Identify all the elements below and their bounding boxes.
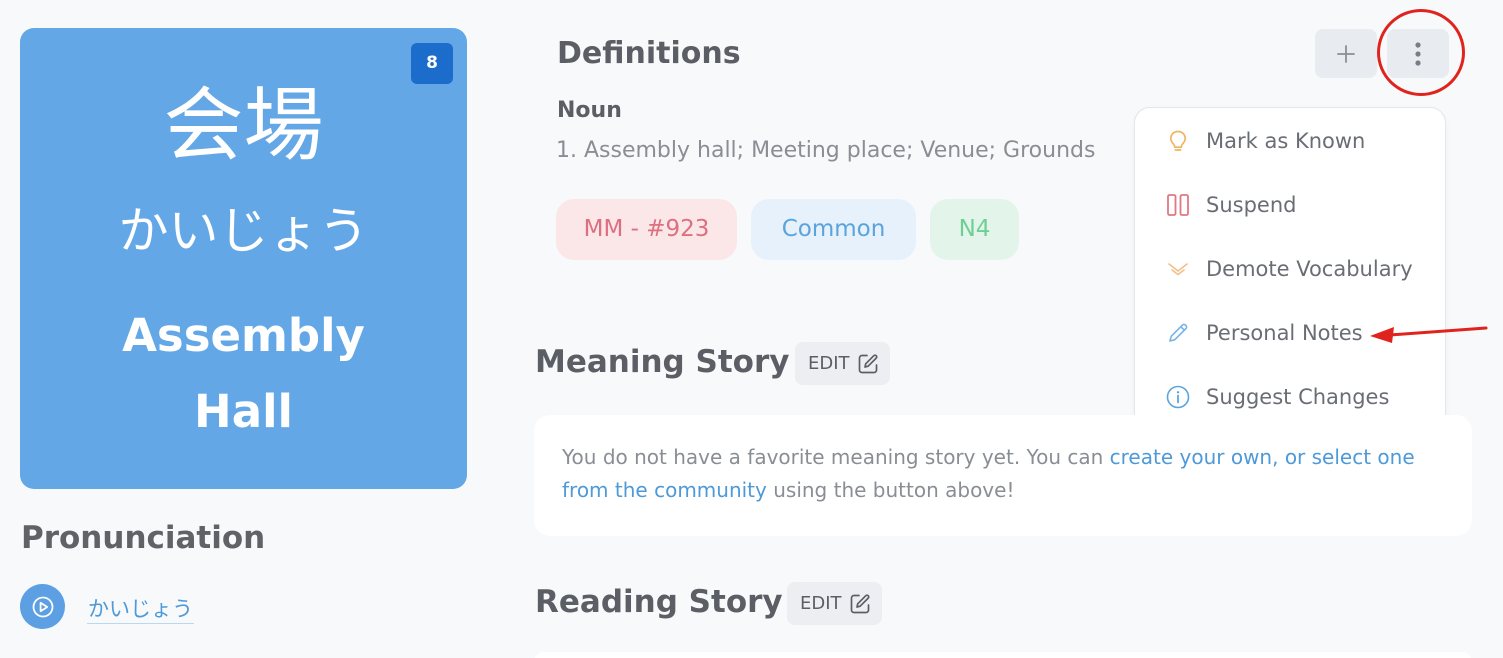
pronunciation-reading-link[interactable]: かいじょう	[87, 593, 194, 624]
reading-story-box	[534, 652, 1472, 658]
more-options-button[interactable]	[1387, 29, 1449, 78]
level-badge: 8	[411, 43, 453, 84]
lightbulb-icon	[1165, 128, 1191, 154]
plus-icon	[1337, 44, 1355, 63]
chevron-down-icon	[1165, 256, 1191, 282]
edit-reading-story-button[interactable]: EDIT	[787, 582, 882, 625]
vocab-kana: かいじょう	[118, 202, 369, 260]
tag-mnemonic[interactable]: MM - #923	[556, 199, 737, 260]
menu-item-suspend[interactable]: Suspend	[1135, 179, 1445, 231]
info-icon	[1165, 384, 1191, 410]
tag-jlpt: N4	[930, 199, 1019, 260]
tag-common: Common	[751, 199, 916, 260]
edit-icon	[858, 353, 878, 373]
vocab-meaning: Assembly Hall	[122, 309, 365, 438]
menu-item-mark-known[interactable]: Mark as Known	[1135, 115, 1445, 167]
definitions-title: Definitions	[557, 36, 741, 71]
pencil-icon	[1165, 320, 1191, 346]
pause-icon	[1165, 192, 1191, 218]
vertical-dots-icon	[1415, 41, 1421, 66]
menu-item-demote[interactable]: Demote Vocabulary	[1135, 243, 1445, 295]
play-icon	[32, 596, 53, 617]
options-dropdown-menu: Mark as Known Suspend Demote Vocabulary …	[1134, 107, 1446, 430]
reading-story-title: Reading Story	[535, 584, 783, 620]
pronunciation-title: Pronunciation	[21, 520, 266, 556]
vocab-kanji: 会場	[163, 79, 324, 172]
add-definition-button[interactable]	[1315, 29, 1377, 78]
meaning-story-title: Meaning Story	[535, 344, 790, 380]
meaning-story-box: You do not have a favorite meaning story…	[534, 415, 1472, 536]
part-of-speech: Noun	[557, 98, 622, 123]
edit-icon	[850, 593, 870, 613]
play-audio-button[interactable]	[20, 584, 65, 629]
edit-meaning-story-button[interactable]: EDIT	[795, 342, 890, 385]
vocab-card: 8 会場 かいじょう Assembly Hall	[20, 28, 467, 489]
menu-item-personal-notes[interactable]: Personal Notes	[1135, 307, 1445, 359]
definition-gloss: 1. Assembly hall; Meeting place; Venue; …	[556, 138, 1096, 163]
